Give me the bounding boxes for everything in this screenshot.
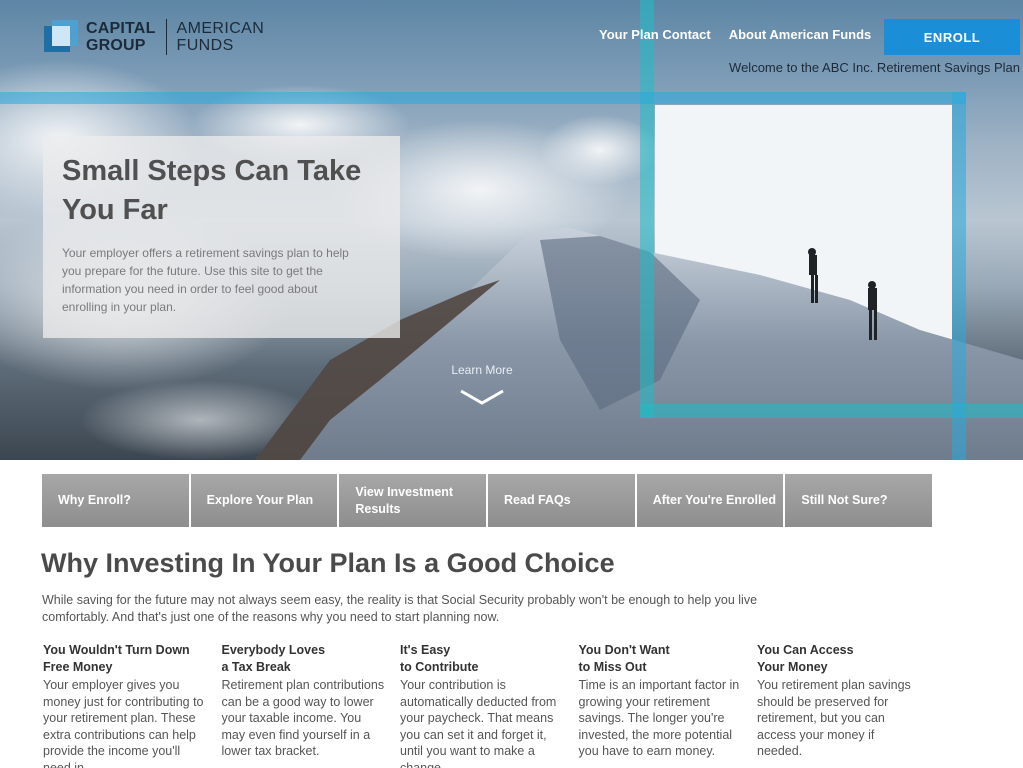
capital-group-logo-icon: [44, 20, 78, 52]
hero-banner: CAPITAL GROUP AMERICAN FUNDS Your Plan C…: [0, 0, 1023, 460]
logo-funds: FUNDS: [176, 37, 234, 54]
benefit-text: Your contribution is automatically deduc…: [400, 678, 557, 768]
learn-more-link[interactable]: Learn More: [445, 363, 519, 377]
logo-american: AMERICAN: [176, 20, 265, 37]
capital-group-logo[interactable]: CAPITAL GROUP AMERICAN FUNDS: [44, 19, 264, 55]
frame-accent-top: [0, 92, 966, 104]
benefit-heading: It's Easy to Contribute: [400, 643, 479, 674]
logo-wordmark-right: AMERICAN FUNDS: [177, 20, 265, 54]
nav-about-american-funds[interactable]: About American Funds: [729, 27, 872, 42]
benefit-text: Time is an important factor in growing y…: [578, 678, 740, 758]
benefit-heading: You Can Access Your Money: [757, 643, 854, 674]
benefit-column: You Don't Want to Miss Out Time is an im…: [579, 642, 758, 768]
hero-title: Small Steps Can Take You Far: [62, 155, 362, 226]
section-tabs: Why Enroll? Explore Your Plan View Inves…: [42, 474, 933, 527]
logo-divider: [165, 19, 167, 55]
hero-promo-box: Small Steps Can Take You Far Your employ…: [43, 136, 400, 338]
logo-group: GROUP: [86, 37, 146, 54]
frame-accent-right: [952, 92, 966, 460]
enroll-button[interactable]: ENROLL: [884, 19, 1020, 55]
benefit-text: Retirement plan contributions can be a g…: [221, 678, 385, 758]
benefit-heading: Everybody Loves a Tax Break: [221, 643, 326, 674]
nav-your-plan-contact[interactable]: Your Plan Contact: [599, 27, 711, 42]
tab-explore-your-plan[interactable]: Explore Your Plan: [190, 474, 340, 527]
tab-after-youre-enrolled[interactable]: After You're Enrolled: [636, 474, 786, 527]
benefit-column: You Wouldn't Turn Down Free Money Your e…: [43, 642, 222, 768]
section-intro: While saving for the future may not alwa…: [42, 593, 758, 624]
benefit-text: Your employer gives you money just for c…: [43, 678, 204, 768]
benefit-column: You Can Access Your Money You retirement…: [757, 642, 936, 768]
benefit-column: Everybody Loves a Tax Break Retirement p…: [222, 642, 401, 768]
benefit-text: You retirement plan savings should be pr…: [757, 678, 911, 758]
logo-wordmark-left: CAPITAL GROUP: [78, 20, 156, 54]
tab-why-enroll[interactable]: Why Enroll?: [42, 474, 191, 527]
benefit-heading: You Wouldn't Turn Down Free Money: [43, 643, 190, 674]
hero-description: Your employer offers a retirement saving…: [62, 246, 349, 314]
benefit-column: It's Easy to Contribute Your contributio…: [400, 642, 579, 768]
section-title: Why Investing In Your Plan Is a Good Cho…: [41, 548, 615, 578]
tab-still-not-sure[interactable]: Still Not Sure?: [785, 474, 933, 527]
welcome-message: Welcome to the ABC Inc. Retirement Savin…: [729, 60, 1020, 75]
logo-capital: CAPITAL: [86, 20, 156, 37]
tab-view-investment-results[interactable]: View Investment Results: [339, 474, 489, 527]
benefit-columns: You Wouldn't Turn Down Free Money Your e…: [43, 642, 943, 768]
frame-accent-vertical: [640, 0, 654, 418]
top-navigation: Your Plan Contact About American Funds: [599, 27, 871, 42]
chevron-down-icon[interactable]: [459, 388, 505, 406]
tab-read-faqs[interactable]: Read FAQs: [488, 474, 637, 527]
benefit-heading: You Don't Want to Miss Out: [578, 643, 670, 674]
